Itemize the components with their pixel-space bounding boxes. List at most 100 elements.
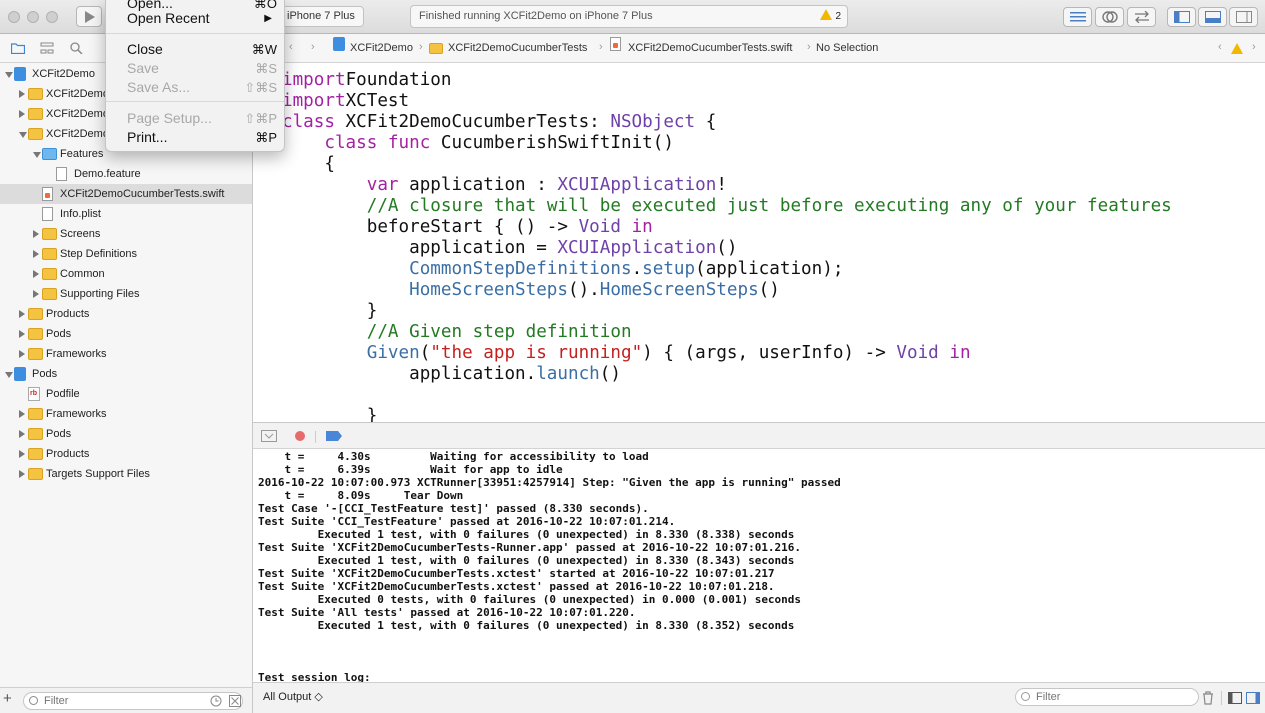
disclosure-triangle-icon[interactable] xyxy=(33,230,39,238)
code-line: } xyxy=(282,406,1172,422)
tree-item[interactable]: Products xyxy=(0,304,252,324)
disclosure-triangle-icon[interactable] xyxy=(19,90,25,98)
back-arrow-icon[interactable]: ‹ xyxy=(289,41,293,53)
recent-files-icon[interactable] xyxy=(210,695,222,707)
code-line: application.launch() xyxy=(282,364,1172,385)
tree-item[interactable]: Targets Support Files xyxy=(0,464,252,484)
menu-item[interactable]: Print... ⌘P xyxy=(106,128,284,147)
hide-debug-area-icon[interactable] xyxy=(261,430,277,442)
tree-item-label: XCFit2Demo xyxy=(46,108,109,120)
code-line: //A Given step definition xyxy=(282,322,1172,343)
tree-item[interactable]: Pods xyxy=(0,424,252,444)
menu-item[interactable]: Open Recent ▶ xyxy=(106,9,284,28)
tree-item[interactable]: XCFit2DemoCucumberTests.swift xyxy=(0,184,252,204)
code-line: importFoundation xyxy=(282,70,1172,91)
output-selector[interactable]: All Output ◇ xyxy=(263,690,323,703)
breadcrumb-project[interactable]: XCFit2Demo xyxy=(350,42,413,54)
tree-item[interactable]: Pods xyxy=(0,324,252,344)
tree-item[interactable]: Frameworks xyxy=(0,344,252,364)
standard-editor-button[interactable] xyxy=(1063,7,1092,27)
breadcrumb-group[interactable]: XCFit2DemoCucumberTests xyxy=(448,42,587,54)
version-editor-button[interactable] xyxy=(1127,7,1156,27)
console-filter-input[interactable] xyxy=(1015,688,1199,706)
toggle-debug-area-button[interactable] xyxy=(1198,7,1227,27)
previous-issue-icon[interactable]: ‹ xyxy=(1218,41,1222,53)
tree-item[interactable]: Supporting Files xyxy=(0,284,252,304)
warning-indicator[interactable]: 2 xyxy=(820,6,841,27)
disclosure-triangle-icon[interactable] xyxy=(19,132,27,138)
breadcrumb-file[interactable]: XCFit2DemoCucumberTests.swift xyxy=(628,42,792,54)
show-console-icon[interactable] xyxy=(1246,692,1260,704)
tree-item[interactable]: Screens xyxy=(0,224,252,244)
disclosure-triangle-icon[interactable] xyxy=(33,250,39,258)
source-editor[interactable]: importFoundation importXCTest class XCFit2… xyxy=(253,63,1265,422)
zoom-window-button[interactable] xyxy=(46,11,58,23)
run-button[interactable] xyxy=(76,6,102,27)
add-file-button[interactable]: + xyxy=(3,690,12,707)
menu-item-shortcut: ⌘S xyxy=(255,61,277,76)
folder-icon xyxy=(28,328,43,340)
tree-item[interactable]: Demo.feature xyxy=(0,164,252,184)
console-line: Executed 1 test, with 0 failures (0 unex… xyxy=(258,619,795,632)
folder-icon[interactable] xyxy=(11,42,25,54)
tree-item[interactable]: Info.plist xyxy=(0,204,252,224)
tree-item[interactable]: Pods xyxy=(0,364,252,384)
code-token: . xyxy=(631,259,643,279)
menu-item-label: Open Recent xyxy=(127,10,210,26)
tree-item[interactable]: Step Definitions xyxy=(0,244,252,264)
code-token: Foundation xyxy=(345,70,452,90)
search-icon[interactable] xyxy=(70,42,84,54)
disclosure-triangle-icon[interactable] xyxy=(19,450,25,458)
disclosure-triangle-icon[interactable] xyxy=(5,72,13,78)
disclosure-triangle-icon[interactable] xyxy=(33,290,39,298)
close-window-button[interactable] xyxy=(8,11,20,23)
breadcrumb-selection[interactable]: No Selection xyxy=(816,42,878,54)
disclosure-triangle-icon[interactable] xyxy=(19,310,25,318)
show-variables-icon[interactable] xyxy=(1228,692,1242,704)
trash-icon[interactable] xyxy=(1202,691,1214,705)
toggle-utilities-button[interactable] xyxy=(1229,7,1258,27)
forward-arrow-icon[interactable]: › xyxy=(311,41,315,53)
menu-item[interactable]: Close ⌘W xyxy=(106,40,284,59)
code-token: import xyxy=(282,91,346,111)
tree-item[interactable]: Common xyxy=(0,264,252,284)
disclosure-triangle-icon[interactable] xyxy=(19,330,25,338)
scm-filter-icon[interactable] xyxy=(229,695,241,707)
code-line: importXCTest xyxy=(282,91,1172,112)
code-line: class XCFit2DemoCucumberTests: NSObject … xyxy=(282,112,1172,133)
warning-icon[interactable] xyxy=(1231,43,1243,54)
toggle-navigator-button[interactable] xyxy=(1167,7,1196,27)
disclosure-triangle-icon[interactable] xyxy=(19,410,25,418)
disclosure-triangle-icon[interactable] xyxy=(33,270,39,278)
code-token: HomeScreenSteps xyxy=(409,280,568,300)
code-token: //A closure that will be executed just b… xyxy=(366,196,1172,216)
tree-item[interactable]: Products xyxy=(0,444,252,464)
hierarchy-icon[interactable] xyxy=(40,42,54,54)
disclosure-triangle-icon[interactable] xyxy=(19,350,25,358)
scheme-destination-selector[interactable]: iPhone 7 Plus xyxy=(280,6,364,27)
code-line: CommonStepDefinitions.setup(application)… xyxy=(282,259,1172,280)
code-token: CucumberishSwiftInit() xyxy=(430,133,674,153)
tree-item[interactable]: Frameworks xyxy=(0,404,252,424)
tree-item[interactable]: Podfile xyxy=(0,384,252,404)
folder-icon xyxy=(42,228,57,240)
next-issue-icon[interactable]: › xyxy=(1252,41,1256,53)
breakpoint-icon[interactable] xyxy=(326,431,342,441)
jump-bar: ‹ › XCFit2Demo › XCFit2DemoCucumberTests… xyxy=(253,34,1265,63)
code-text[interactable]: importFoundation importXCTest class XCFit2… xyxy=(282,70,1172,422)
minimize-window-button[interactable] xyxy=(27,11,39,23)
disclosure-triangle-icon[interactable] xyxy=(19,430,25,438)
disclosure-triangle-icon[interactable] xyxy=(33,152,41,158)
menu-item-label: Page Setup... xyxy=(127,110,212,126)
disclosure-triangle-icon[interactable] xyxy=(19,470,25,478)
assistant-editor-button[interactable] xyxy=(1095,7,1124,27)
folder-icon xyxy=(28,128,43,140)
code-token: Given xyxy=(366,343,420,363)
disclosure-triangle-icon[interactable] xyxy=(5,372,13,378)
console-output[interactable]: t = 4.30s Waiting for accessibility to l… xyxy=(253,449,1265,682)
disclosure-triangle-icon[interactable] xyxy=(19,110,25,118)
record-icon[interactable] xyxy=(294,430,306,442)
